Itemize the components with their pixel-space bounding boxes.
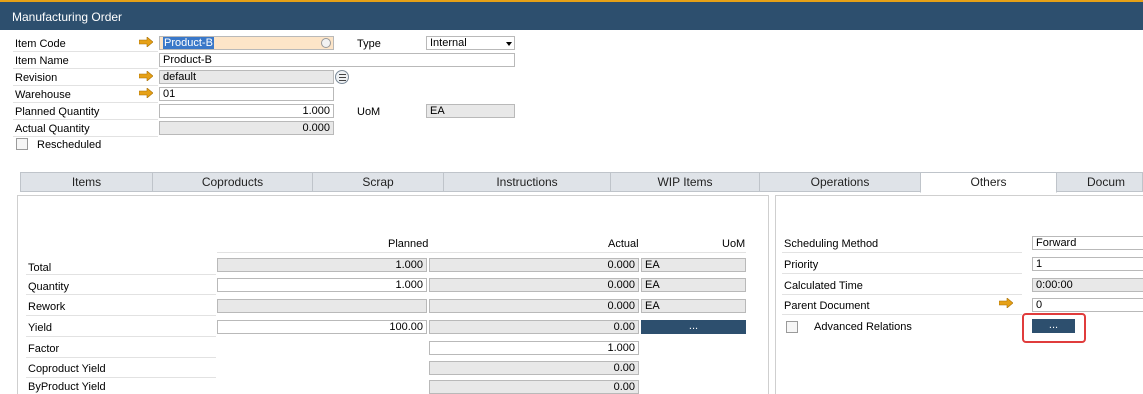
tab-coproducts[interactable]: Coproducts xyxy=(152,172,313,192)
scheduling-method-label: Scheduling Method xyxy=(784,238,879,250)
yield-label: Yield xyxy=(28,322,53,334)
rescheduled-checkbox[interactable] xyxy=(16,138,28,150)
choose-from-list-icon[interactable] xyxy=(321,38,331,48)
byproduct-yield-label: ByProduct Yield xyxy=(28,381,106,393)
quantity-planned-field[interactable]: 1.000 xyxy=(217,278,427,292)
priority-field[interactable]: 1 xyxy=(1032,257,1143,271)
row-divider xyxy=(782,314,1022,315)
uom-label: UoM xyxy=(357,106,381,118)
row-divider xyxy=(13,85,158,86)
row-divider xyxy=(782,252,1022,253)
window-title: Manufacturing Order xyxy=(12,10,123,24)
revision-field[interactable]: default xyxy=(159,70,334,84)
revision-label: Revision xyxy=(15,72,58,84)
quantity-actual-field: 0.000 xyxy=(429,278,639,292)
calculated-time-field: 0:00:00 xyxy=(1032,278,1143,292)
tab-others[interactable]: Others xyxy=(920,172,1057,193)
item-code-value: Product-B xyxy=(163,37,214,49)
coproduct-yield-field: 0.00 xyxy=(429,361,639,375)
quantity-label: Quantity xyxy=(28,281,69,293)
rework-actual-field: 0.000 xyxy=(429,299,639,313)
window-titlebar: Manufacturing Order xyxy=(0,0,1143,30)
actual-quantity-field: 0.000 xyxy=(159,121,334,135)
coproduct-yield-label: Coproduct Yield xyxy=(28,363,106,375)
row-divider xyxy=(26,336,216,337)
uom-field: EA xyxy=(426,104,515,118)
type-select[interactable]: Internal xyxy=(426,36,515,50)
parent-document-field[interactable]: 0 xyxy=(1032,298,1143,312)
actual-header: Actual xyxy=(608,238,639,250)
row-divider xyxy=(782,294,1022,295)
parent-document-label: Parent Document xyxy=(784,300,870,312)
tab-operations[interactable]: Operations xyxy=(759,172,921,192)
factor-field[interactable]: 1.000 xyxy=(429,341,639,355)
row-divider xyxy=(13,51,158,52)
rework-label: Rework xyxy=(28,301,66,313)
yield-actual-field: 0.00 xyxy=(429,320,639,334)
row-divider xyxy=(26,294,216,295)
type-value: Internal xyxy=(430,37,467,49)
total-actual-field: 0.000 xyxy=(429,258,639,272)
link-arrow-icon[interactable] xyxy=(139,37,153,47)
chevron-down-icon xyxy=(506,42,512,46)
tab-wip-items[interactable]: WIP Items xyxy=(610,172,760,192)
priority-label: Priority xyxy=(784,259,819,271)
item-code-field[interactable]: Product-B xyxy=(159,36,334,50)
actual-quantity-label: Actual Quantity xyxy=(15,123,90,135)
row-divider xyxy=(13,136,158,137)
scheduling-method-select[interactable]: Forward xyxy=(1032,236,1143,250)
item-code-label: Item Code xyxy=(15,38,66,50)
advanced-relations-label: Advanced Relations xyxy=(814,321,912,333)
row-divider xyxy=(26,274,216,275)
row-divider xyxy=(26,377,216,378)
type-label: Type xyxy=(357,38,381,50)
tab-documents[interactable]: Docum xyxy=(1056,172,1143,192)
rescheduled-label: Rescheduled xyxy=(37,139,102,151)
planned-header: Planned xyxy=(388,238,429,250)
total-label: Total xyxy=(28,262,52,274)
quantity-uom-field: EA xyxy=(641,278,746,292)
byproduct-yield-field: 0.00 xyxy=(429,380,639,394)
advanced-relations-checkbox[interactable] xyxy=(786,321,798,333)
factor-label: Factor xyxy=(28,343,60,355)
total-planned-field: 1.000 xyxy=(217,258,427,272)
row-divider xyxy=(13,68,158,69)
row-divider xyxy=(26,315,216,316)
yield-planned-field[interactable]: 100.00 xyxy=(217,320,427,334)
warehouse-label: Warehouse xyxy=(15,89,71,101)
calculated-time-label: Calculated Time xyxy=(784,280,863,292)
row-divider xyxy=(782,273,1022,274)
item-name-field[interactable]: Product-B xyxy=(159,53,515,67)
header-divider xyxy=(217,252,746,253)
link-arrow-icon[interactable] xyxy=(139,71,153,81)
yield-details-button[interactable]: ... xyxy=(641,320,746,334)
rework-planned-field xyxy=(217,299,427,313)
total-uom-field: EA xyxy=(641,258,746,272)
tab-instructions[interactable]: Instructions xyxy=(443,172,611,192)
row-divider xyxy=(13,119,158,120)
tab-bar: Items Coproducts Scrap Instructions WIP … xyxy=(20,172,1143,193)
link-arrow-icon[interactable] xyxy=(999,298,1013,308)
rework-uom-field: EA xyxy=(641,299,746,313)
list-icon[interactable] xyxy=(335,70,349,84)
planned-quantity-field[interactable]: 1.000 xyxy=(159,104,334,118)
uom-header: UoM xyxy=(722,238,746,250)
link-arrow-icon[interactable] xyxy=(139,88,153,98)
warehouse-field[interactable]: 01 xyxy=(159,87,334,101)
tab-items[interactable]: Items xyxy=(20,172,153,192)
planned-quantity-label: Planned Quantity xyxy=(15,106,100,118)
item-name-label: Item Name xyxy=(15,55,69,67)
row-divider xyxy=(13,102,158,103)
row-divider xyxy=(26,357,216,358)
highlight-box xyxy=(1022,313,1086,343)
tab-scrap[interactable]: Scrap xyxy=(312,172,444,192)
